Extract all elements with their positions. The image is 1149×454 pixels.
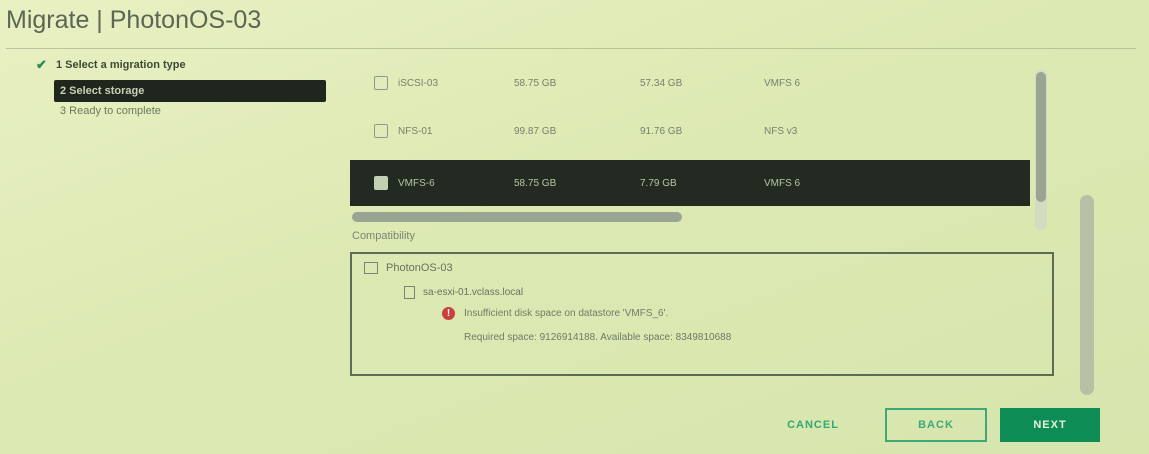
step-select-storage[interactable]: 2 Select storage [54,80,326,102]
datastore-capacity: 58.75 GB [514,177,557,189]
datastore-type: VMFS 6 [764,177,801,189]
error-title: Insufficient disk space on datastore 'VM… [464,308,669,319]
datastore-name: NFS-01 [398,125,433,137]
step-label: 2 Select storage [60,85,145,97]
datastore-icon [374,176,388,190]
table-horizontal-scrollbar[interactable] [352,212,682,222]
error-icon: ! [442,307,455,320]
compat-error: ! Insufficient disk space on datastore '… [442,307,731,343]
scrollbar-thumb[interactable] [1036,72,1046,202]
compat-vm-node: PhotonOS-03 [364,262,453,274]
step-select-migration-type[interactable]: ✔ 1 Select a migration type [36,54,326,76]
datastore-name: VMFS-6 [398,177,435,189]
datastore-free: 91.76 GB [640,125,683,137]
datastore-capacity: 58.75 GB [514,77,557,89]
vm-icon [364,262,378,274]
datastore-type: VMFS 6 [764,77,801,89]
dialog-scrollbar[interactable] [1080,195,1094,395]
datastore-free: 7.79 GB [640,177,677,189]
compatibility-panel: PhotonOS-03 sa-esxi-01.vclass.local ! In… [350,252,1054,376]
wizard-steps: ✔ 1 Select a migration type 2 Select sto… [36,54,326,120]
datastore-icon [374,76,388,90]
datastore-name-cell: VMFS-6 [350,176,514,190]
table-row[interactable]: iSCSI-03 58.75 GB 57.34 GB VMFS 6 [350,62,1030,104]
datastore-table: iSCSI-03 58.75 GB 57.34 GB VMFS 6 NFS-01… [350,62,1040,228]
datastore-free: 57.34 GB [640,77,683,89]
compatibility-label: Compatibility [352,230,415,242]
vm-name: PhotonOS-03 [386,262,453,274]
table-row[interactable]: NFS-01 99.87 GB 91.76 GB NFS v3 [350,110,1030,152]
datastore-capacity: 99.87 GB [514,125,557,137]
table-vertical-scrollbar[interactable] [1035,70,1047,230]
step-ready-to-complete: 3 Ready to complete [60,102,326,120]
step-label: 1 Select a migration type [56,59,186,71]
step-label: 3 Ready to complete [60,105,161,117]
host-icon [404,286,415,299]
datastore-type: NFS v3 [764,125,798,137]
host-name: sa-esxi-01.vclass.local [423,287,524,298]
back-button[interactable]: BACK [885,408,987,442]
compat-host-node: sa-esxi-01.vclass.local [404,286,523,299]
next-button[interactable]: NEXT [1000,408,1100,442]
check-icon: ✔ [36,57,47,72]
datastore-name-cell: NFS-01 [350,124,514,138]
error-detail: Required space: 9126914188. Available sp… [464,332,732,343]
datastore-name-cell: iSCSI-03 [350,76,514,90]
cancel-button[interactable]: CANCEL [758,408,868,442]
datastore-icon [374,124,388,138]
title-divider [6,48,1136,49]
dialog-title: Migrate | PhotonOS-03 [6,6,262,34]
migrate-dialog: Migrate | PhotonOS-03 ✔ 1 Select a migra… [0,0,1149,454]
datastore-name: iSCSI-03 [398,77,439,89]
table-row-selected[interactable]: VMFS-6 58.75 GB 7.79 GB VMFS 6 [350,160,1030,206]
